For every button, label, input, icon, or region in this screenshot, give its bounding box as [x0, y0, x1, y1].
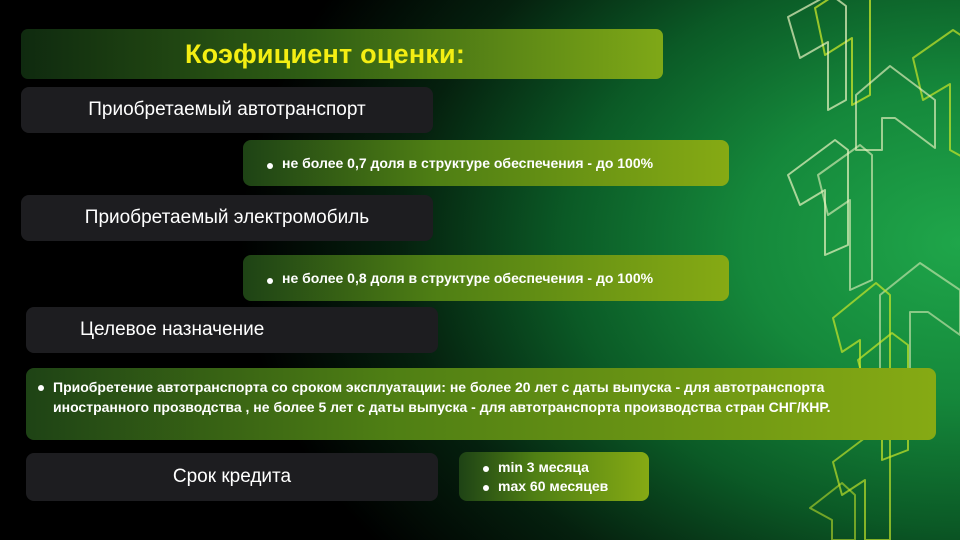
slide-title: Коэфициент оценки: — [184, 38, 466, 69]
label-electric-car: Приобретаемый электромобиль — [21, 195, 433, 241]
list-item: Приобретение автотранспорта со сроком эк… — [36, 377, 916, 417]
label-vehicle: Приобретаемый автотранспорт — [21, 87, 433, 133]
info-loan-term: min 3 месяца max 60 месяцев — [459, 452, 649, 501]
info-electric-car: не более 0,8 доля в структуре обеспечени… — [243, 255, 729, 301]
list-item: max 60 месяцев — [481, 477, 649, 496]
label-loan-term: Срок кредита — [26, 453, 438, 501]
label-loan-term-text: Срок кредита — [172, 466, 292, 487]
label-electric-car-text: Приобретаемый электромобиль — [84, 207, 370, 228]
slide: Коэфициент оценки: Приобретаемый автотра… — [0, 0, 960, 540]
list-item: не более 0,7 доля в структуре обеспечени… — [265, 155, 653, 171]
label-purpose-text: Целевое назначение — [80, 319, 265, 340]
label-purpose: Целевое назначение — [26, 307, 438, 353]
list-item: min 3 месяца — [481, 458, 649, 477]
list-item: не более 0,8 доля в структуре обеспечени… — [265, 270, 653, 286]
title-bar: Коэфициент оценки: — [21, 29, 663, 79]
info-purpose: Приобретение автотранспорта со сроком эк… — [26, 368, 936, 440]
info-vehicle: не более 0,7 доля в структуре обеспечени… — [243, 140, 729, 186]
label-vehicle-text: Приобретаемый автотранспорт — [88, 99, 366, 120]
